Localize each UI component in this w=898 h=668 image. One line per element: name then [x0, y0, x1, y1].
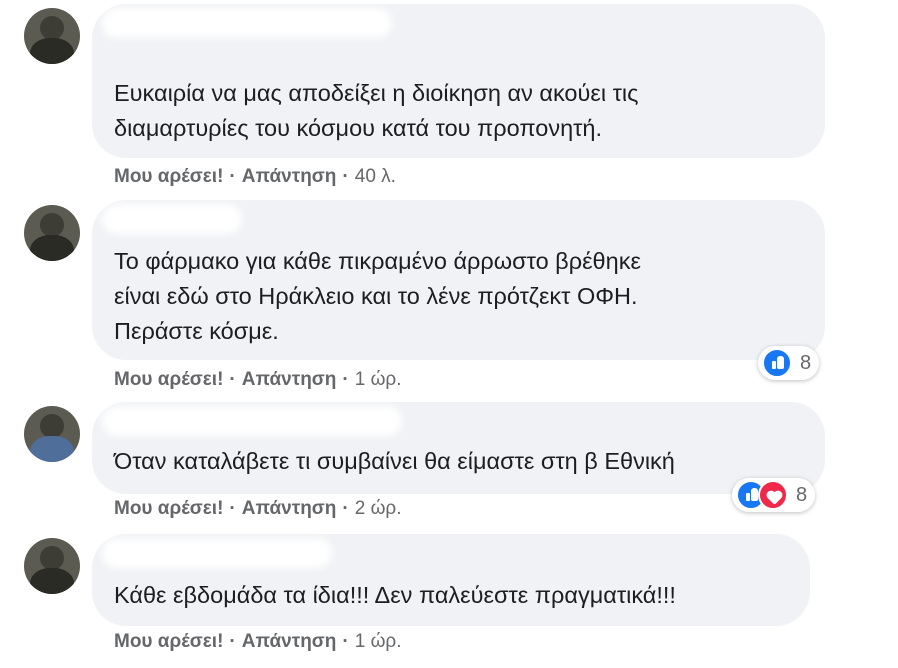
- avatar[interactable]: [24, 205, 80, 261]
- separator: ·: [229, 498, 236, 519]
- comment-timestamp[interactable]: 40 λ.: [355, 166, 396, 187]
- comment-text: Κάθε εβδομάδα τα ίδια!!! Δεν παλεύεστε π…: [114, 582, 676, 608]
- comment-actions: Μου αρέσει! · Απάντηση · 40 λ.: [114, 166, 396, 188]
- comment-timestamp[interactable]: 1 ώρ.: [355, 631, 402, 652]
- like-button[interactable]: Μου αρέσει!: [114, 166, 223, 187]
- separator: ·: [342, 498, 349, 519]
- reaction-summary[interactable]: 8: [758, 346, 820, 380]
- comment-text: Το φάρμακο για κάθε πικραμένο άρρωστο βρ…: [114, 248, 641, 344]
- comment-bubble: Κάθε εβδομάδα τα ίδια!!! Δεν παλεύεστε π…: [92, 534, 810, 626]
- redacted-author-name: [102, 8, 392, 38]
- like-button[interactable]: Μου αρέσει!: [114, 631, 223, 652]
- separator: ·: [229, 631, 236, 652]
- redacted-author-name: [102, 204, 242, 234]
- comment-text: Όταν καταλάβετε τι συμβαίνει θα είμαστε …: [114, 448, 675, 474]
- reply-button[interactable]: Απάντηση: [242, 166, 337, 187]
- comment-bubble: Το φάρμακο για κάθε πικραμένο άρρωστο βρ…: [92, 200, 825, 360]
- comment-actions: Μου αρέσει! · Απάντηση · 1 ώρ.: [114, 369, 402, 391]
- love-reaction-icon: [758, 480, 788, 510]
- comment-bubble: Όταν καταλάβετε τι συμβαίνει θα είμαστε …: [92, 402, 825, 494]
- reaction-summary[interactable]: 8: [732, 478, 816, 512]
- redacted-author-name: [102, 538, 332, 568]
- reply-button[interactable]: Απάντηση: [242, 498, 337, 519]
- like-button[interactable]: Μου αρέσει!: [114, 498, 223, 519]
- reply-button[interactable]: Απάντηση: [242, 369, 337, 390]
- comment-timestamp[interactable]: 2 ώρ.: [355, 498, 402, 519]
- separator: ·: [229, 369, 236, 390]
- separator: ·: [229, 166, 236, 187]
- avatar[interactable]: [24, 538, 80, 594]
- like-reaction-icon: [762, 348, 792, 378]
- like-button[interactable]: Μου αρέσει!: [114, 369, 223, 390]
- separator: ·: [342, 631, 349, 652]
- comment-actions: Μου αρέσει! · Απάντηση · 1 ώρ.: [114, 631, 402, 653]
- avatar[interactable]: [24, 8, 80, 64]
- comment-bubble: Ευκαιρία να μας αποδείξει η διοίκηση αν …: [92, 4, 825, 158]
- avatar[interactable]: [24, 406, 80, 462]
- separator: ·: [342, 369, 349, 390]
- redacted-author-name: [102, 406, 402, 436]
- comment-actions: Μου αρέσει! · Απάντηση · 2 ώρ.: [114, 498, 402, 520]
- reaction-count: 8: [800, 351, 812, 374]
- separator: ·: [342, 166, 349, 187]
- comment-text: Ευκαιρία να μας αποδείξει η διοίκηση αν …: [114, 80, 639, 141]
- comment-timestamp[interactable]: 1 ώρ.: [355, 369, 402, 390]
- reaction-count: 8: [796, 483, 808, 506]
- reply-button[interactable]: Απάντηση: [242, 631, 337, 652]
